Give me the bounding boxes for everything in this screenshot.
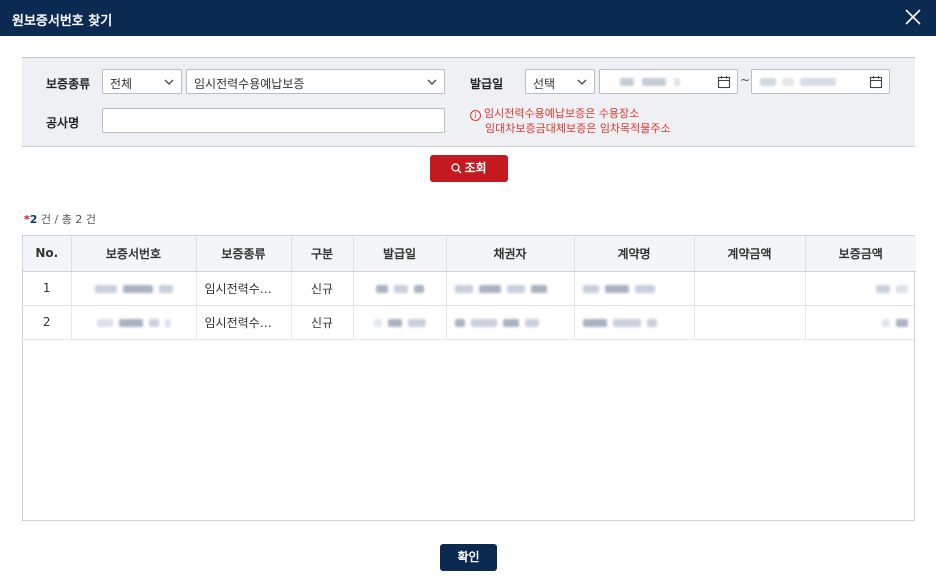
results-table: No. 보증서번호 보증종류 구분 발급일 채권자 계약명 계약금액 보증금액 … (22, 235, 916, 521)
notice-line-2: 임대차보증금대체보증은 임차목적물주소 (485, 122, 671, 135)
issue-date-label: 발급일 (470, 77, 504, 91)
notice-line-1: 임시전력수용예납보증은 수용장소 (484, 107, 640, 120)
table-header-row: No. 보증서번호 보증종류 구분 발급일 채권자 계약명 계약금액 보증금액 (23, 236, 916, 272)
dialog-titlebar: 원보증서번호 찾기 (0, 0, 936, 36)
close-icon[interactable] (902, 6, 924, 28)
row-guarantee-amount-redacted (805, 271, 916, 306)
row-no: 2 (23, 305, 72, 340)
row-guarantee-no-redacted (71, 305, 197, 340)
dialog-title: 원보증서번호 찾기 (12, 14, 113, 29)
info-icon: i (470, 110, 481, 121)
issue-date-mode-value: 선택 (533, 77, 556, 91)
chevron-down-icon (577, 79, 587, 85)
search-icon (451, 163, 462, 174)
project-name-input[interactable] (102, 108, 445, 133)
column-header-contract-name: 계약명 (574, 236, 695, 272)
confirm-button[interactable]: 확인 (440, 544, 497, 571)
address-notice: i 임시전력수용예납보증은 수용장소 임대차보증금대체보증은 임차목적물주소 (470, 106, 671, 136)
project-name-label: 공사명 (46, 116, 80, 130)
table-row[interactable]: 1 임시전력수용… 신규 (23, 271, 916, 306)
row-contract-name-redacted (574, 271, 695, 306)
search-button-label: 조회 (464, 161, 487, 175)
row-no: 1 (23, 271, 72, 306)
chevron-down-icon (427, 79, 437, 85)
result-count: *2 건 / 총 2 건 (24, 211, 96, 227)
column-header-category: 구분 (291, 236, 354, 272)
column-header-no: No. (23, 236, 72, 272)
row-guarantee-type: 임시전력수용… (196, 305, 292, 340)
guarantee-type-filter-value: 전체 (110, 77, 133, 91)
issue-date-end-input[interactable] (751, 69, 890, 94)
column-header-creditor: 채권자 (446, 236, 575, 272)
row-guarantee-amount-redacted (805, 305, 916, 340)
guarantee-type-filter-select[interactable]: 전체 (102, 69, 182, 94)
column-header-issue-date: 발급일 (353, 236, 447, 272)
chevron-down-icon (164, 79, 174, 85)
row-issue-date-redacted (353, 305, 447, 340)
column-header-contract-amount: 계약금액 (694, 236, 806, 272)
row-category: 신규 (291, 271, 354, 306)
confirm-button-label: 확인 (457, 550, 480, 564)
row-guarantee-type: 임시전력수용… (196, 271, 292, 306)
count-text: 건 / 총 2 건 (37, 213, 96, 226)
guarantee-type-value: 임시전력수용예납보증 (194, 77, 305, 91)
row-creditor-redacted (446, 271, 575, 306)
row-creditor-redacted (446, 305, 575, 340)
column-header-guarantee-no: 보증서번호 (71, 236, 197, 272)
row-guarantee-no-redacted (71, 271, 197, 306)
search-button[interactable]: 조회 (430, 155, 508, 182)
column-header-guarantee-amount: 보증금액 (805, 236, 916, 272)
calendar-icon[interactable] (717, 75, 731, 89)
row-contract-name-redacted (574, 305, 695, 340)
calendar-icon[interactable] (869, 75, 883, 89)
guarantee-type-label: 보증종류 (46, 77, 91, 91)
table-row[interactable]: 2 임시전력수용… 신규 (23, 305, 916, 340)
column-header-guarantee-type: 보증종류 (196, 236, 292, 272)
issue-date-mode-select[interactable]: 선택 (525, 69, 595, 94)
guarantee-type-select[interactable]: 임시전력수용예납보증 (186, 69, 445, 94)
row-issue-date-redacted (353, 271, 447, 306)
row-contract-amount (694, 271, 806, 306)
issue-date-start-input[interactable] (599, 69, 738, 94)
row-category: 신규 (291, 305, 354, 340)
date-range-separator: ~ (740, 73, 751, 87)
row-contract-amount (694, 305, 806, 340)
